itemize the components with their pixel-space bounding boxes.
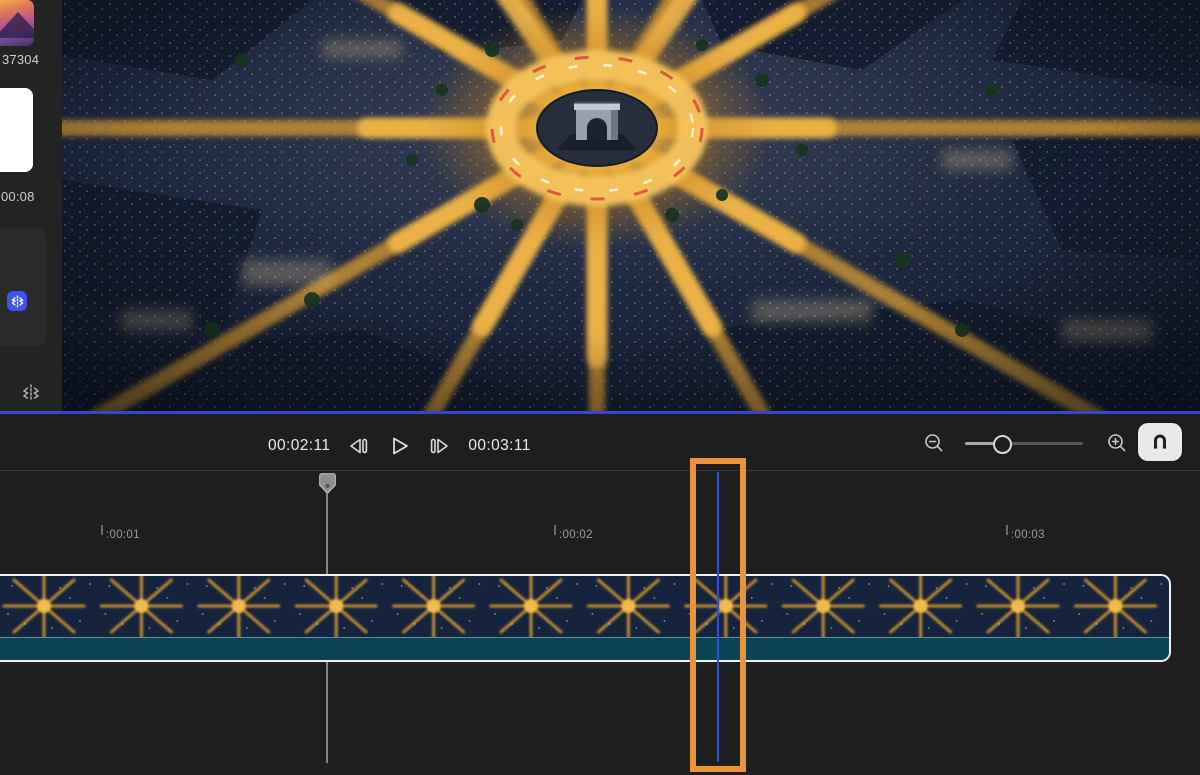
zoom-out-button[interactable] (922, 431, 946, 455)
video-editor-app: 37304 00:08 (0, 0, 1200, 775)
zoom-in-button[interactable] (1105, 431, 1129, 455)
media-sidebar: 37304 00:08 (0, 0, 62, 411)
video-preview[interactable] (62, 0, 1200, 411)
preview-night-city-image (62, 0, 1200, 411)
magnet-icon (1148, 430, 1172, 454)
ruler-tick-label: :00:02 (559, 529, 593, 541)
next-frame-icon (428, 435, 452, 457)
play-icon (388, 435, 410, 457)
ruler-tick (101, 525, 103, 535)
split-icon[interactable] (17, 381, 45, 405)
clip-audio-band (0, 638, 1169, 660)
snap-toggle-button[interactable] (1138, 423, 1182, 461)
total-time: 00:03:11 (468, 437, 530, 455)
zoom-in-icon (1106, 432, 1128, 454)
play-button[interactable] (386, 434, 412, 458)
split-adjust-icon[interactable] (7, 291, 27, 311)
previous-frame-icon (346, 435, 370, 457)
highlight-annotation-box (690, 458, 746, 772)
ruler-tick-label: :00:03 (1011, 529, 1045, 541)
media-thumbnail-landscape[interactable] (0, 0, 34, 46)
split-adjust-glyph (11, 295, 24, 308)
media-item-label: 37304 (2, 52, 39, 67)
media-thumbnail-white[interactable] (0, 88, 33, 172)
ruler-tick (554, 525, 556, 535)
timeline-panel: 00:02:11 (0, 411, 1200, 775)
media-item-duration: 00:08 (1, 189, 35, 204)
clip-filmstrip (0, 576, 1169, 637)
split-glyph (21, 384, 41, 402)
zoom-out-icon (923, 432, 945, 454)
current-time: 00:02:11 (268, 437, 330, 455)
timeline-ruler[interactable]: :00:01 :00:02 :00:03 (0, 470, 1200, 500)
ruler-tick (1006, 525, 1008, 535)
timeline-zoom-slider[interactable] (965, 431, 1085, 455)
transport-controls: 00:02:11 (268, 433, 531, 459)
next-frame-button[interactable] (427, 434, 453, 458)
slider-handle[interactable] (993, 435, 1012, 454)
marker-head-icon[interactable] (319, 473, 336, 494)
previous-frame-button[interactable] (345, 434, 371, 458)
timeline-video-clip[interactable] (0, 574, 1171, 662)
media-card[interactable] (0, 228, 46, 346)
mountain-art (0, 12, 34, 38)
ruler-tick-label: :00:01 (106, 529, 140, 541)
